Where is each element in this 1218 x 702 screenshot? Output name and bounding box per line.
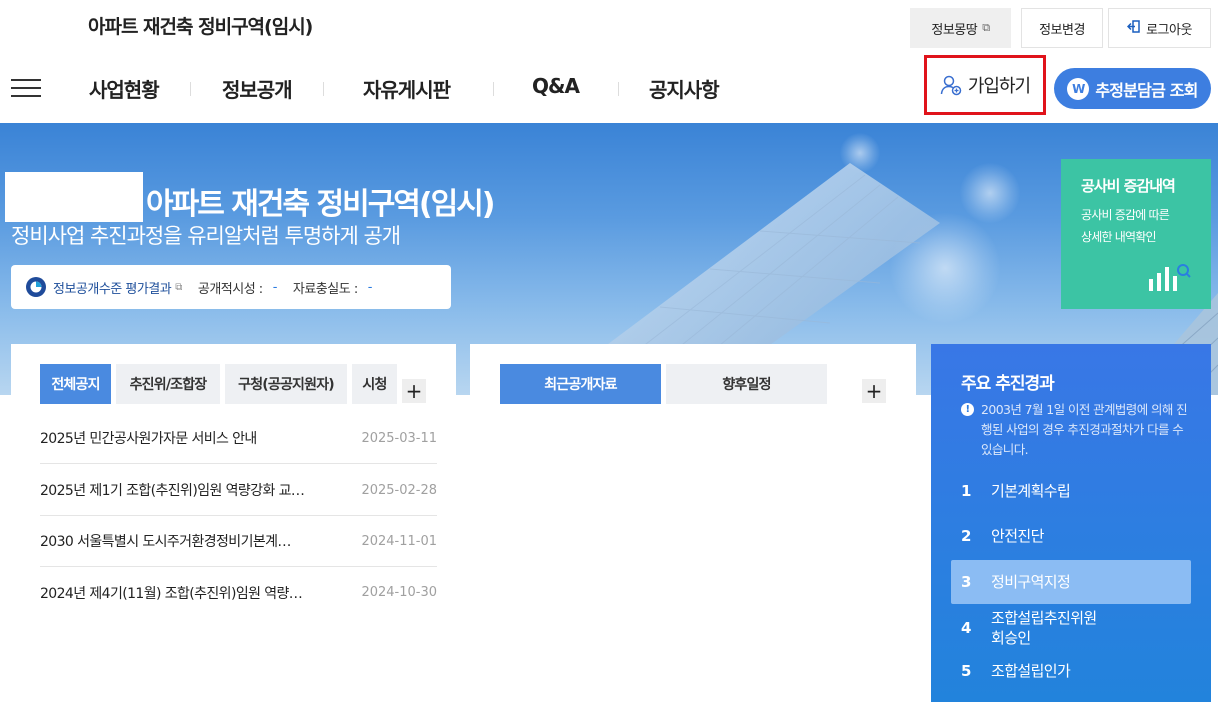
notice-panel: 전체공지 추진위/조합장 구청(공공지원자) 시청 + 2025년 민간공사원가…: [11, 344, 456, 694]
tab-city-hall[interactable]: 시청: [352, 364, 397, 404]
notice-more-button[interactable]: +: [402, 379, 426, 403]
won-icon: W: [1067, 77, 1090, 100]
menu-icon[interactable]: [11, 79, 41, 99]
user-add-icon: [940, 74, 962, 96]
cost-change-title: 공사비 증감내역: [1081, 177, 1176, 195]
nav-divider: [323, 82, 324, 96]
notice-row[interactable]: 2025년 제1기 조합(추진위)임원 역량강화 교… 2025-02-28: [40, 465, 437, 516]
tab-all-notices[interactable]: 전체공지: [40, 364, 111, 404]
progress-note: ! 2003년 7월 1일 이전 관계법령에 의해 진행된 사업의 경우 추진경…: [961, 400, 1191, 460]
notice-title: 2030 서울특별시 도시주거환경정비기본계…: [40, 534, 291, 550]
estimated-charge-label: 추정분담금 조회: [1095, 80, 1198, 100]
nav-divider: [493, 82, 494, 96]
notice-title: 2025년 제1기 조합(추진위)임원 역량강화 교…: [40, 483, 305, 499]
hero-name-mask: [5, 172, 143, 222]
join-label: 가입하기: [967, 76, 1031, 97]
nav-qna[interactable]: Q&A: [532, 74, 580, 98]
info-change-button[interactable]: 정보변경: [1021, 8, 1103, 48]
nav-divider: [618, 82, 619, 96]
notice-title: 2025년 민간공사원가자문 서비스 안내: [40, 431, 257, 447]
join-button[interactable]: 가입하기: [924, 55, 1046, 115]
notice-date: 2025-02-28: [361, 482, 437, 498]
data-more-button[interactable]: +: [862, 379, 886, 403]
cost-change-desc: 상세한 내역확인: [1081, 230, 1157, 244]
progress-title: 주요 추진경과: [961, 374, 1055, 394]
hero-title: 아파트 재건축 정비구역(임시): [146, 187, 496, 222]
notice-date: 2025-03-11: [361, 430, 437, 446]
external-link-icon: ⧉: [175, 281, 182, 293]
logout-label: 로그아웃: [1146, 22, 1192, 38]
step-number: 2: [961, 527, 971, 545]
progress-step[interactable]: 1 기본계획수립: [951, 469, 1191, 513]
step-label: 조합설립추진위원 회승인: [991, 609, 1097, 647]
progress-step[interactable]: 2 안전진단: [951, 514, 1191, 558]
fidelity-value: -: [367, 279, 373, 295]
info-icon: !: [961, 403, 974, 416]
progress-panel: 주요 추진경과 ! 2003년 7월 1일 이전 관계법령에 의해 진행된 사업…: [931, 344, 1211, 702]
tab-recent-data[interactable]: 최근공개자료: [500, 364, 661, 404]
timeliness-value: -: [272, 279, 278, 295]
seoul-logo-icon: [25, 276, 47, 298]
nav-info-disclosure[interactable]: 정보공개: [222, 74, 293, 103]
nav-divider: [190, 82, 191, 96]
step-label: 안전진단: [991, 527, 1044, 545]
notice-date: 2024-11-01: [361, 533, 437, 549]
notice-title: 2024년 제4기(11월) 조합(추진위)임원 역량…: [40, 585, 303, 602]
step-number: 3: [961, 573, 971, 591]
progress-step-active[interactable]: 3 정비구역지정: [951, 560, 1191, 604]
notice-row[interactable]: 2024년 제4기(11월) 조합(추진위)임원 역량… 2024-10-30: [40, 567, 437, 618]
nav-business-status[interactable]: 사업현황: [89, 74, 160, 103]
step-label: 조합설립인가: [991, 662, 1071, 680]
info-map-label: 정보몽땅: [931, 22, 978, 38]
evaluation-result-link[interactable]: 정보공개수준 평가결과: [53, 278, 172, 297]
step-number: 4: [961, 619, 971, 637]
data-panel: 최근공개자료 향후일정 +: [470, 344, 916, 694]
tab-upcoming-schedule[interactable]: 향후일정: [666, 364, 827, 404]
nav-free-board[interactable]: 자유게시판: [363, 74, 451, 103]
step-label: 기본계획수립: [991, 482, 1071, 500]
step-label: 정비구역지정: [991, 573, 1071, 591]
progress-step[interactable]: 4 조합설립추진위원 회승인: [951, 604, 1191, 652]
logout-button[interactable]: 로그아웃: [1108, 8, 1211, 48]
step-number: 1: [961, 482, 971, 500]
logout-icon: [1127, 20, 1140, 36]
evaluation-summary: 정보공개수준 평가결과 ⧉ 공개적시성 : - 자료충실도 : -: [11, 265, 451, 309]
tab-committee[interactable]: 추진위/조합장: [116, 364, 220, 404]
progress-step[interactable]: 5 조합설립인가: [951, 649, 1191, 693]
info-map-button[interactable]: 정보몽땅 ⧉: [910, 8, 1011, 48]
tab-district-office[interactable]: 구청(공공지원자): [225, 364, 347, 404]
step-number: 5: [961, 662, 971, 680]
external-link-icon: ⧉: [982, 21, 990, 34]
hero-subtitle: 정비사업 추진과정을 유리알처럼 투명하게 공개: [11, 224, 401, 248]
cost-change-card[interactable]: 공사비 증감내역 공사비 증감에 따른 상세한 내역확인: [1061, 159, 1211, 309]
timeliness-label: 공개적시성 :: [197, 281, 263, 297]
fidelity-label: 자료충실도 :: [292, 281, 358, 297]
cost-change-desc: 공사비 증감에 따른: [1081, 208, 1170, 222]
notice-row[interactable]: 2025년 민간공사원가자문 서비스 안내 2025-03-11: [40, 413, 437, 464]
site-title[interactable]: 아파트 재건축 정비구역(임시): [88, 12, 313, 39]
notice-row[interactable]: 2030 서울특별시 도시주거환경정비기본계… 2024-11-01: [40, 516, 437, 567]
progress-note-text: 2003년 7월 1일 이전 관계법령에 의해 진행된 사업의 경우 추진경과절…: [981, 402, 1188, 457]
estimated-charge-button[interactable]: W 추정분담금 조회: [1054, 68, 1211, 109]
nav-notices[interactable]: 공지사항: [649, 74, 720, 103]
chart-search-icon: [1149, 264, 1191, 291]
lens-flare: [960, 163, 1020, 223]
notice-date: 2024-10-30: [361, 585, 437, 600]
